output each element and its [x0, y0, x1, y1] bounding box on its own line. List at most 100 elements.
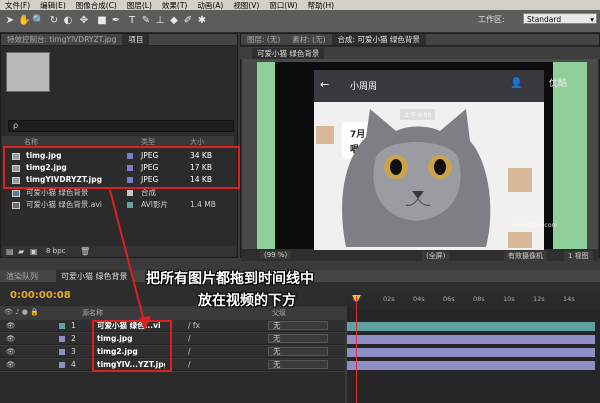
layer-empty-area[interactable] — [0, 372, 345, 403]
roto-brush-tool-icon[interactable]: ✐ — [182, 14, 194, 28]
green-screen-left — [257, 62, 275, 249]
project-item[interactable]: 可爱小猫 绿色背景 合成 — [2, 188, 234, 199]
layer-row[interactable]: 👁 1 可爱小猫 绿色...vi / fx 无 — [0, 320, 345, 332]
bit-depth-label[interactable]: 8 bpc — [46, 247, 65, 255]
col-source-name[interactable]: 源名称 — [82, 308, 103, 318]
layer-label-color[interactable] — [59, 336, 65, 342]
playhead-line[interactable] — [356, 296, 357, 403]
menu-file[interactable]: 文件(F) — [0, 0, 35, 11]
tab-composition[interactable]: 合成: 可爱小猫 绿色背景 — [331, 34, 426, 45]
fx-switch-icon[interactable]: / fx — [188, 320, 200, 332]
new-folder-icon[interactable]: ▰ — [18, 247, 24, 256]
menu-effects[interactable]: 效果(T) — [157, 0, 192, 11]
av-switches-icon[interactable]: 👁 ♪ ● 🔒 — [4, 308, 39, 316]
label-color-chip[interactable] — [127, 190, 133, 196]
viewer-footer: (99 %) (全屏) 有效摄像机 1 视图 — [242, 250, 598, 261]
zoom-select[interactable]: (99 %) — [260, 251, 292, 259]
project-tabbar: 特效控制台: timgYIVDRYZT.jpg 项目 — [1, 34, 237, 46]
annotation-text-2: 放在视频的下方 — [198, 293, 296, 309]
quality-switch-icon[interactable]: / — [188, 346, 191, 358]
rotate-tool-icon[interactable]: ↻ — [48, 14, 60, 28]
visibility-eye-icon[interactable]: 👁 — [6, 333, 16, 345]
ruler-tick: 14s — [563, 295, 575, 303]
layer-row[interactable]: 👁 3 timg2.jpg / 无 — [0, 346, 345, 358]
layer-label-color[interactable] — [59, 323, 65, 329]
viewer-subtab-bar: 可爱小猫 绿色背景 — [240, 47, 600, 59]
composition-icon — [12, 190, 20, 197]
tab-project[interactable]: 项目 — [122, 34, 150, 45]
eraser-tool-icon[interactable]: ◆ — [168, 14, 180, 28]
menu-help[interactable]: 帮助(H) — [303, 0, 340, 11]
menu-animation[interactable]: 动画(A) — [192, 0, 228, 11]
track-bar[interactable] — [347, 335, 595, 344]
video-file-icon — [12, 202, 20, 209]
menu-bar: 文件(F) 编辑(E) 图像合成(C) 图层(L) 效果(T) 动画(A) 视图… — [0, 0, 600, 10]
highlight-box-layers — [92, 320, 172, 372]
camera-tool-icon[interactable]: ◐ — [62, 14, 74, 28]
menu-composition[interactable]: 图像合成(C) — [71, 0, 122, 11]
view-layout-select[interactable]: 1 视图 — [564, 251, 593, 261]
workspace-select[interactable]: Standard — [523, 13, 597, 25]
ruler-tick: 12s — [533, 295, 545, 303]
zoom-tool-icon[interactable]: 🔍 — [32, 14, 44, 28]
menu-view[interactable]: 视图(V) — [228, 0, 264, 11]
subtab-composition[interactable]: 可爱小猫 绿色背景 — [252, 48, 325, 59]
tab-footage[interactable]: 素材: (无) — [286, 34, 331, 45]
track-bar[interactable] — [347, 348, 595, 357]
project-footer: ▤ ▰ ▣ 8 bpc 🗑 — [2, 246, 236, 257]
quality-switch-icon[interactable]: / — [188, 359, 191, 371]
ruler-tick: 04s — [413, 295, 425, 303]
track-bar[interactable] — [347, 322, 595, 331]
visibility-eye-icon[interactable]: 👁 — [6, 359, 16, 371]
camera-select[interactable]: 有效摄像机 — [504, 251, 547, 261]
ruler-tick: 02s — [383, 295, 395, 303]
current-timecode[interactable]: 0:00:00:08 — [10, 290, 71, 301]
tab-render-queue[interactable]: 渲染队列 — [6, 271, 38, 282]
puppet-tool-icon[interactable]: ✱ — [196, 14, 208, 28]
visibility-eye-icon[interactable]: 👁 — [6, 346, 16, 358]
viewer-tabbar: 图层: (无) 素材: (无) 合成: 可爱小猫 绿色背景 — [241, 34, 599, 46]
interpret-footage-icon[interactable]: ▤ — [6, 247, 14, 256]
selection-tool-icon[interactable]: ➤ — [4, 14, 16, 28]
toolbar: ➤ ✋ 🔍 ↻ ◐ ✥ ■ ✒ T ✎ ⊥ ◆ ✐ ✱ — [0, 10, 600, 33]
tab-layer[interactable]: 图层: (无) — [241, 34, 286, 45]
parent-select[interactable]: 无 — [268, 360, 328, 369]
project-item[interactable]: 可爱小猫 绿色背景.avi AVI影片 1.4 MB — [2, 200, 234, 211]
rectangle-mask-tool-icon[interactable]: ■ — [96, 14, 108, 28]
workspace-label: 工作区: — [478, 15, 505, 24]
tab-timeline-comp[interactable]: 可爱小猫 绿色背景 — [56, 270, 133, 282]
ruler-tick: 10s — [503, 295, 515, 303]
brush-tool-icon[interactable]: ✎ — [140, 14, 152, 28]
layer-label-color[interactable] — [59, 362, 65, 368]
clone-stamp-tool-icon[interactable]: ⊥ — [154, 14, 166, 28]
parent-select[interactable]: 无 — [268, 334, 328, 343]
project-thumbnail — [6, 52, 50, 92]
visibility-eye-icon[interactable]: 👁 — [6, 320, 16, 332]
parent-select[interactable]: 无 — [268, 321, 328, 330]
layer-label-color[interactable] — [59, 349, 65, 355]
ruler-tick: 08s — [473, 295, 485, 303]
menu-layer[interactable]: 图层(L) — [122, 0, 157, 11]
layer-row[interactable]: 👁 2 timg.jpg / 无 — [0, 333, 345, 345]
label-color-chip[interactable] — [127, 202, 133, 208]
trash-icon[interactable]: 🗑 — [80, 247, 90, 256]
project-search-input[interactable]: ρ — [8, 120, 234, 132]
time-ruler[interactable]: 0f 02s 04s 06s 08s 10s 12s 14s — [347, 295, 600, 309]
text-tool-icon[interactable]: T — [126, 14, 138, 28]
parent-select[interactable]: 无 — [268, 347, 328, 356]
highlight-box-project — [3, 146, 240, 189]
menu-window[interactable]: 窗口(W) — [264, 0, 302, 11]
pan-behind-tool-icon[interactable]: ✥ — [78, 14, 90, 28]
hand-tool-icon[interactable]: ✋ — [18, 14, 30, 28]
pen-tool-icon[interactable]: ✒ — [110, 14, 122, 28]
resolution-select[interactable]: (全屏) — [422, 251, 450, 261]
new-composition-icon[interactable]: ▣ — [30, 247, 38, 256]
layer-row[interactable]: 👁 4 timgYIV...YZT.jpg / 无 — [0, 359, 345, 371]
quality-switch-icon[interactable]: / — [188, 333, 191, 345]
tab-effect-controls[interactable]: 特效控制台: timgYIVDRYZT.jpg — [1, 34, 122, 45]
track-bar[interactable] — [347, 361, 595, 370]
ruler-tick: 06s — [443, 295, 455, 303]
search-icon: ρ — [13, 121, 19, 130]
menu-edit[interactable]: 编辑(E) — [35, 0, 71, 11]
annotation-text-1: 把所有图片都拖到时间线中 — [146, 271, 314, 287]
